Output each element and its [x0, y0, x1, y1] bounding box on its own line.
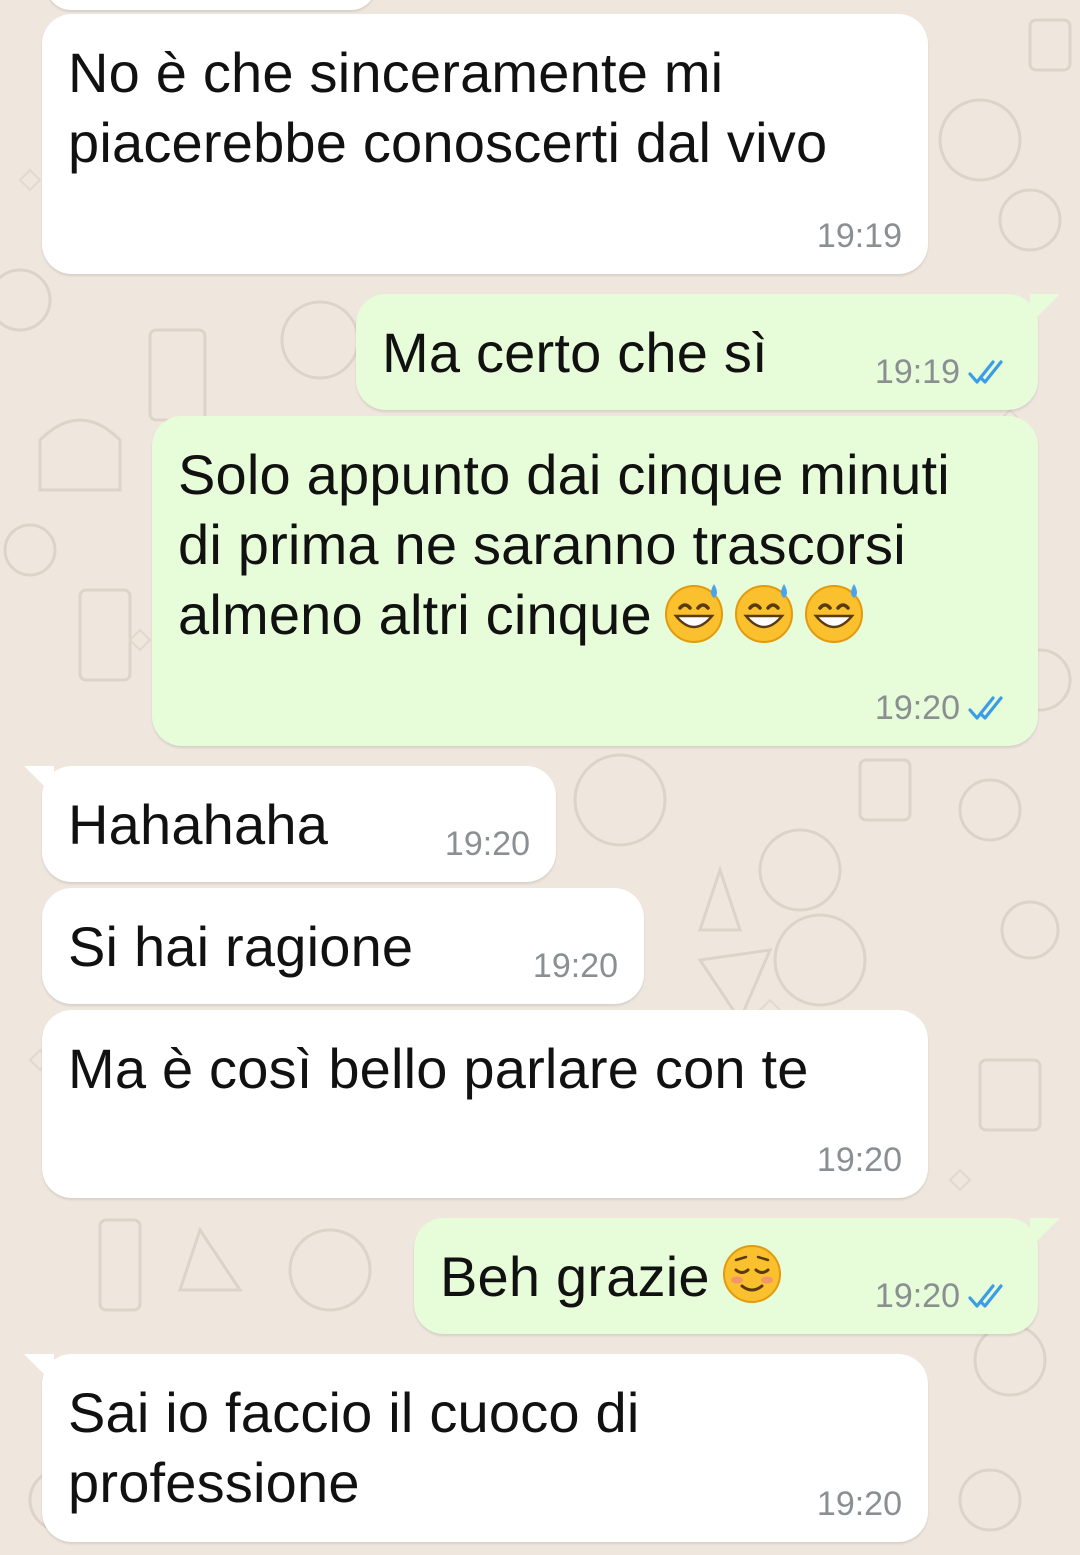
grinning-sweat-emoji	[804, 584, 863, 643]
message-bubble-incoming[interactable]: No è che sinceramente mi piacerebbe cono…	[42, 14, 928, 274]
read-ticks-icon	[968, 360, 1003, 384]
message-text: Solo appunto dai cinque minuti di prima …	[178, 443, 950, 646]
message-text: Ma è così bello parlare con te	[68, 1037, 809, 1100]
previous-message-bubble[interactable]	[46, 0, 376, 10]
message-bubble-incoming[interactable]: Si hai ragione 19:20	[42, 888, 644, 1004]
message-time: 19:19	[875, 352, 1012, 392]
message-text: Sai io faccio il cuoco di professione	[68, 1381, 640, 1514]
emoji-group	[720, 1242, 784, 1306]
grinning-sweat-emoji	[664, 584, 723, 643]
message-time: 19:20	[816, 1141, 902, 1179]
read-ticks-icon	[968, 696, 1003, 720]
emoji-group	[662, 580, 866, 644]
read-ticks-icon	[968, 1284, 1003, 1308]
smiling-blush-emoji	[722, 1245, 781, 1303]
message-bubble-incoming[interactable]: Sai io faccio il cuoco di professione 19…	[24, 1354, 928, 1542]
message-bubble-outgoing[interactable]: Solo appunto dai cinque minuti di prima …	[152, 416, 1038, 746]
message-bubble-outgoing[interactable]: Beh grazie 19:20	[414, 1218, 1060, 1334]
message-time: 19:20	[875, 1276, 1012, 1316]
message-time: 19:20	[444, 825, 530, 863]
message-time: 19:20	[875, 688, 1012, 728]
message-bubble-incoming[interactable]: Hahahaha 19:20	[24, 766, 556, 882]
message-text: No è che sinceramente mi piacerebbe cono…	[68, 41, 828, 174]
message-time: 19:19	[816, 217, 902, 255]
message-bubble-incoming[interactable]: Ma è così bello parlare con te 19:20	[42, 1010, 928, 1198]
message-time: 19:20	[816, 1485, 902, 1523]
message-time: 19:20	[532, 947, 618, 985]
grinning-sweat-emoji	[734, 584, 793, 643]
message-bubble-outgoing[interactable]: Ma certo che sì 19:19	[356, 294, 1060, 410]
